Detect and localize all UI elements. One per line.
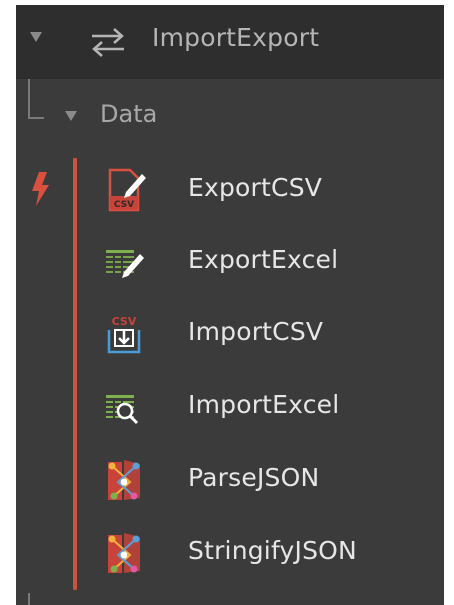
node-item-exportexcel[interactable]: ExportExcel (100, 230, 430, 294)
svg-text:CSV: CSV (112, 315, 137, 328)
node-item-exportcsv[interactable]: CSV ExportCSV (100, 158, 430, 222)
parse-json-icon (108, 460, 140, 500)
node-label: ParseJSON (188, 463, 320, 492)
import-excel-icon (106, 395, 139, 425)
library-panel: ImportExport Data CSV ExportCSV ExportEx… (16, 5, 444, 605)
category-header-importexport[interactable]: ImportExport (16, 5, 444, 79)
subcategory-label: Data (100, 100, 158, 128)
node-label: ImportExcel (188, 390, 340, 419)
svg-text:CSV: CSV (114, 200, 134, 210)
export-excel-icon (106, 250, 144, 278)
node-label: ImportCSV (188, 317, 324, 346)
node-item-stringifyjson[interactable]: StringifyJSON (100, 521, 430, 585)
node-label: ExportExcel (188, 245, 339, 274)
tree-connector-bottom (28, 593, 30, 605)
swap-arrows-icon (92, 28, 124, 57)
export-csv-icon: CSV (108, 168, 146, 212)
subcategory-collapse-arrow-icon[interactable] (65, 111, 77, 121)
node-item-parsejson[interactable]: ParseJSON (100, 448, 430, 512)
node-item-importexcel[interactable]: ImportExcel (100, 375, 430, 439)
lightning-icon (32, 172, 49, 206)
node-item-importcsv[interactable]: CSV ImportCSV (100, 302, 430, 366)
group-accent-bar (73, 158, 77, 590)
tree-connector-line (28, 79, 44, 119)
node-label: StringifyJSON (188, 536, 357, 565)
collapse-arrow-icon[interactable] (30, 32, 42, 42)
category-title: ImportExport (152, 23, 320, 52)
node-label: ExportCSV (188, 173, 323, 202)
import-csv-icon: CSV (107, 315, 141, 354)
stringify-json-icon (108, 533, 140, 573)
